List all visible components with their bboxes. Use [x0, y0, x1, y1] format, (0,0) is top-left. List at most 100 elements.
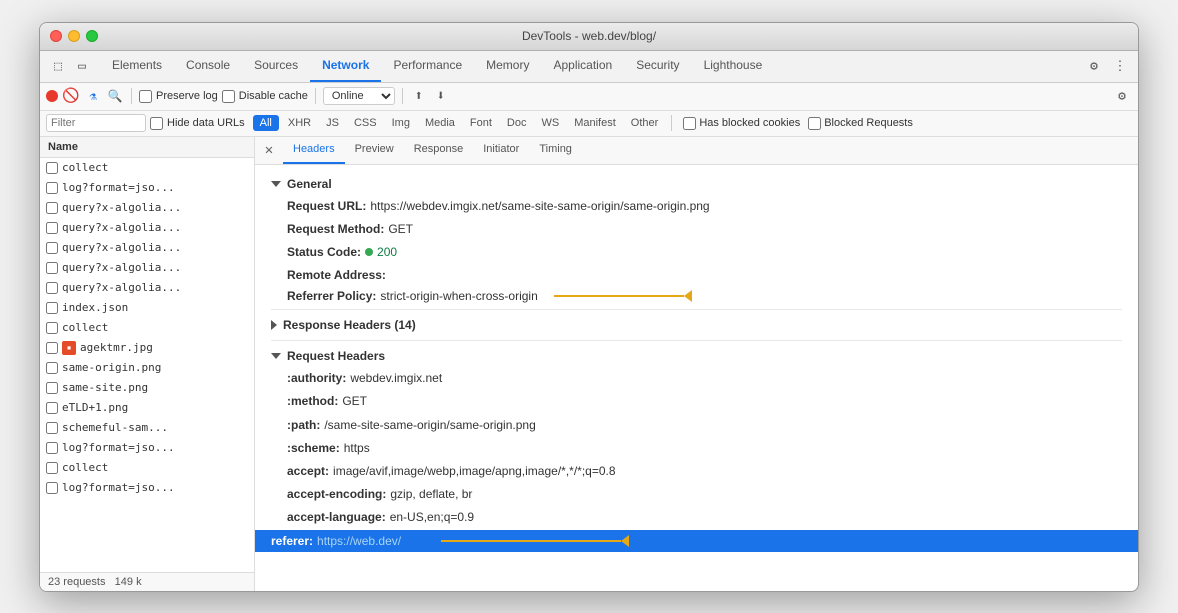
- window-title: DevTools - web.dev/blog/: [522, 29, 656, 43]
- file-checkbox[interactable]: [46, 322, 58, 334]
- list-item[interactable]: query?x-algolia...: [40, 238, 254, 258]
- response-headers-section-header[interactable]: Response Headers (14): [271, 314, 1122, 336]
- record-button[interactable]: [46, 90, 58, 102]
- tab-performance[interactable]: Performance: [381, 51, 474, 82]
- list-item[interactable]: log?format=jso...: [40, 438, 254, 458]
- hide-data-urls-label[interactable]: Hide data URLs: [150, 117, 245, 130]
- clear-button[interactable]: 🚫: [62, 87, 80, 105]
- tab-lighthouse[interactable]: Lighthouse: [692, 51, 775, 82]
- accept-encoding-value: gzip, deflate, br: [390, 485, 472, 504]
- file-name: query?x-algolia...: [62, 281, 248, 294]
- tab-security[interactable]: Security: [624, 51, 691, 82]
- chip-other[interactable]: Other: [625, 116, 665, 130]
- export-icon[interactable]: ⬇: [432, 87, 450, 105]
- list-item[interactable]: eTLD+1.png: [40, 398, 254, 418]
- list-item[interactable]: schemeful-sam...: [40, 418, 254, 438]
- chip-css[interactable]: CSS: [348, 116, 383, 130]
- chip-img[interactable]: Img: [386, 116, 416, 130]
- inspect-icon[interactable]: ⬚: [48, 56, 68, 76]
- chip-ws[interactable]: WS: [535, 116, 565, 130]
- close-detail-button[interactable]: ✕: [259, 140, 279, 160]
- file-checkbox[interactable]: [46, 222, 58, 234]
- chip-doc[interactable]: Doc: [501, 116, 533, 130]
- hide-data-urls-checkbox[interactable]: [150, 117, 163, 130]
- list-item[interactable]: ▪ agektmr.jpg: [40, 338, 254, 358]
- tab-elements[interactable]: Elements: [100, 51, 174, 82]
- list-item[interactable]: same-site.png: [40, 378, 254, 398]
- disable-cache-checkbox[interactable]: [222, 90, 235, 103]
- throttling-select[interactable]: Online Fast 3G Slow 3G Offline: [323, 87, 395, 105]
- blocked-requests-checkbox[interactable]: [808, 117, 821, 130]
- list-item[interactable]: query?x-algolia...: [40, 258, 254, 278]
- file-checkbox[interactable]: [46, 342, 58, 354]
- file-checkbox[interactable]: [46, 262, 58, 274]
- tab-preview[interactable]: Preview: [345, 137, 404, 164]
- has-blocked-cookies-label[interactable]: Has blocked cookies: [683, 117, 800, 130]
- tab-headers[interactable]: Headers: [283, 137, 345, 164]
- file-checkbox[interactable]: [46, 462, 58, 474]
- chip-media[interactable]: Media: [419, 116, 461, 130]
- preserve-log-text: Preserve log: [156, 90, 218, 102]
- chip-all[interactable]: All: [253, 115, 279, 131]
- filter-input[interactable]: [46, 114, 146, 132]
- file-checkbox[interactable]: [46, 182, 58, 194]
- settings-network-icon[interactable]: ⚙: [1112, 86, 1132, 106]
- tab-console[interactable]: Console: [174, 51, 242, 82]
- file-checkbox[interactable]: [46, 282, 58, 294]
- device-icon[interactable]: ▭: [72, 56, 92, 76]
- list-item[interactable]: log?format=jso...: [40, 178, 254, 198]
- file-name: index.json: [62, 301, 248, 314]
- list-item[interactable]: query?x-algolia...: [40, 198, 254, 218]
- chip-js[interactable]: JS: [320, 116, 345, 130]
- request-headers-section-header[interactable]: Request Headers: [271, 345, 1122, 367]
- more-icon[interactable]: ⋮: [1110, 56, 1130, 76]
- file-checkbox[interactable]: [46, 442, 58, 454]
- file-checkbox[interactable]: [46, 402, 58, 414]
- search-icon[interactable]: 🔍: [106, 87, 124, 105]
- list-item[interactable]: query?x-algolia...: [40, 218, 254, 238]
- maximize-button[interactable]: [86, 30, 98, 42]
- devtools-window: DevTools - web.dev/blog/ ⬚ ▭ Elements Co…: [39, 22, 1139, 592]
- tab-memory[interactable]: Memory: [474, 51, 541, 82]
- has-blocked-cookies-checkbox[interactable]: [683, 117, 696, 130]
- blocked-requests-label[interactable]: Blocked Requests: [808, 117, 913, 130]
- method-row: :method: GET: [271, 390, 1122, 413]
- tab-response[interactable]: Response: [404, 137, 474, 164]
- tab-sources[interactable]: Sources: [242, 51, 310, 82]
- preserve-log-checkbox[interactable]: [139, 90, 152, 103]
- tab-initiator[interactable]: Initiator: [473, 137, 529, 164]
- file-checkbox[interactable]: [46, 202, 58, 214]
- tab-application[interactable]: Application: [541, 51, 624, 82]
- tab-timing[interactable]: Timing: [529, 137, 582, 164]
- settings-icon[interactable]: ⚙: [1084, 56, 1104, 76]
- status-code-value: 200: [377, 243, 397, 262]
- file-checkbox[interactable]: [46, 362, 58, 374]
- gear-icon[interactable]: ⚙: [1112, 86, 1132, 106]
- chip-xhr[interactable]: XHR: [282, 116, 317, 130]
- disable-cache-label[interactable]: Disable cache: [222, 90, 308, 103]
- list-item[interactable]: collect: [40, 158, 254, 178]
- filter-icon[interactable]: ⚗: [84, 87, 102, 105]
- list-item[interactable]: collect: [40, 458, 254, 478]
- close-button[interactable]: [50, 30, 62, 42]
- file-checkbox[interactable]: [46, 302, 58, 314]
- list-item[interactable]: index.json: [40, 298, 254, 318]
- chip-font[interactable]: Font: [464, 116, 498, 130]
- preserve-log-label[interactable]: Preserve log: [139, 90, 218, 103]
- import-icon[interactable]: ⬆: [410, 87, 428, 105]
- chip-manifest[interactable]: Manifest: [568, 116, 622, 130]
- minimize-button[interactable]: [68, 30, 80, 42]
- file-checkbox[interactable]: [46, 422, 58, 434]
- general-section-header[interactable]: General: [271, 173, 1122, 195]
- list-item[interactable]: query?x-algolia...: [40, 278, 254, 298]
- file-checkbox[interactable]: [46, 482, 58, 494]
- file-checkbox[interactable]: [46, 162, 58, 174]
- scheme-label: :scheme:: [287, 439, 340, 458]
- tab-network[interactable]: Network: [310, 51, 381, 82]
- list-item[interactable]: same-origin.png: [40, 358, 254, 378]
- list-item[interactable]: collect: [40, 318, 254, 338]
- authority-value: webdev.imgix.net: [350, 369, 442, 388]
- file-checkbox[interactable]: [46, 382, 58, 394]
- file-checkbox[interactable]: [46, 242, 58, 254]
- list-item[interactable]: log?format=jso...: [40, 478, 254, 498]
